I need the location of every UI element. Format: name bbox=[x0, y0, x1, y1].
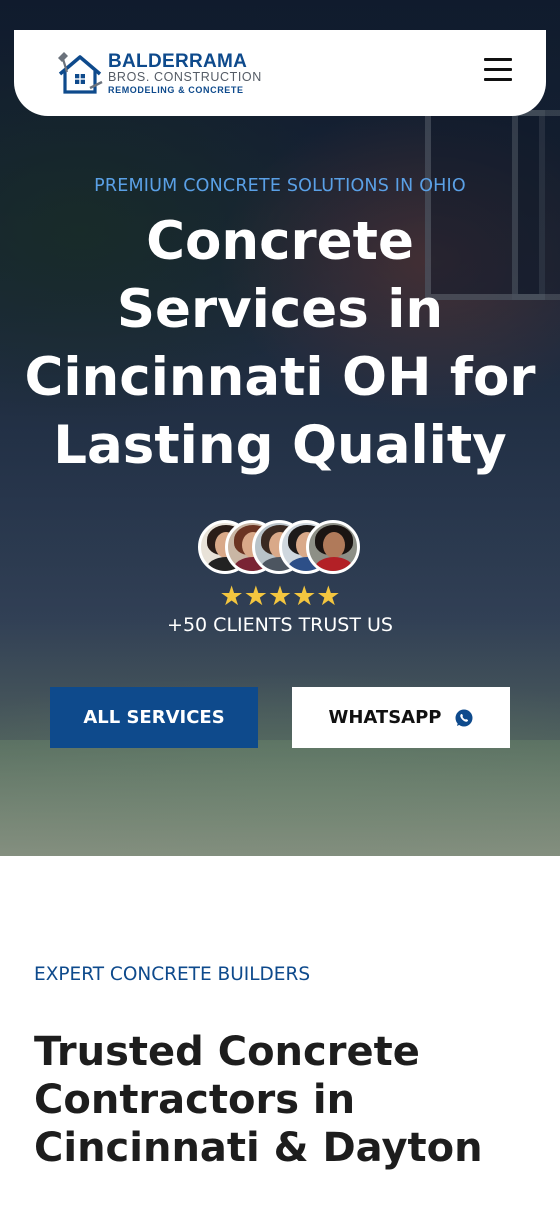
section-eyebrow: EXPERT CONCRETE BUILDERS bbox=[34, 964, 311, 985]
hero-section: BALDERRAMA BROS. CONSTRUCTION REMODELING… bbox=[0, 0, 560, 856]
all-services-button[interactable]: ALL SERVICES bbox=[50, 687, 258, 748]
clients-trust-text: +50 CLIENTS TRUST US bbox=[167, 614, 393, 636]
hamburger-icon[interactable] bbox=[484, 58, 514, 84]
brand-logo[interactable]: BALDERRAMA BROS. CONSTRUCTION REMODELING… bbox=[56, 50, 261, 98]
house-logo-icon bbox=[58, 52, 103, 94]
brand-subtitle: BROS. CONSTRUCTION bbox=[108, 70, 262, 84]
section-title: Trusted Concrete Contractors in Cincinna… bbox=[34, 1029, 483, 1171]
hero-eyebrow: PREMIUM CONCRETE SOLUTIONS IN OHIO bbox=[94, 176, 466, 196]
whatsapp-button-label: WHATSAPP bbox=[328, 707, 442, 728]
brand-name: BALDERRAMA bbox=[108, 51, 248, 72]
hero-title: Concrete Services in Cincinnati OH for L… bbox=[24, 211, 536, 476]
site-header: BALDERRAMA BROS. CONSTRUCTION REMODELING… bbox=[14, 30, 546, 116]
rating-stars: ★★★★★ bbox=[219, 581, 341, 612]
whatsapp-icon bbox=[455, 709, 472, 726]
whatsapp-button[interactable]: WHATSAPP bbox=[292, 687, 510, 748]
avatar bbox=[306, 520, 360, 574]
client-avatars bbox=[198, 520, 362, 574]
brand-tagline: REMODELING & CONCRETE bbox=[108, 85, 244, 95]
